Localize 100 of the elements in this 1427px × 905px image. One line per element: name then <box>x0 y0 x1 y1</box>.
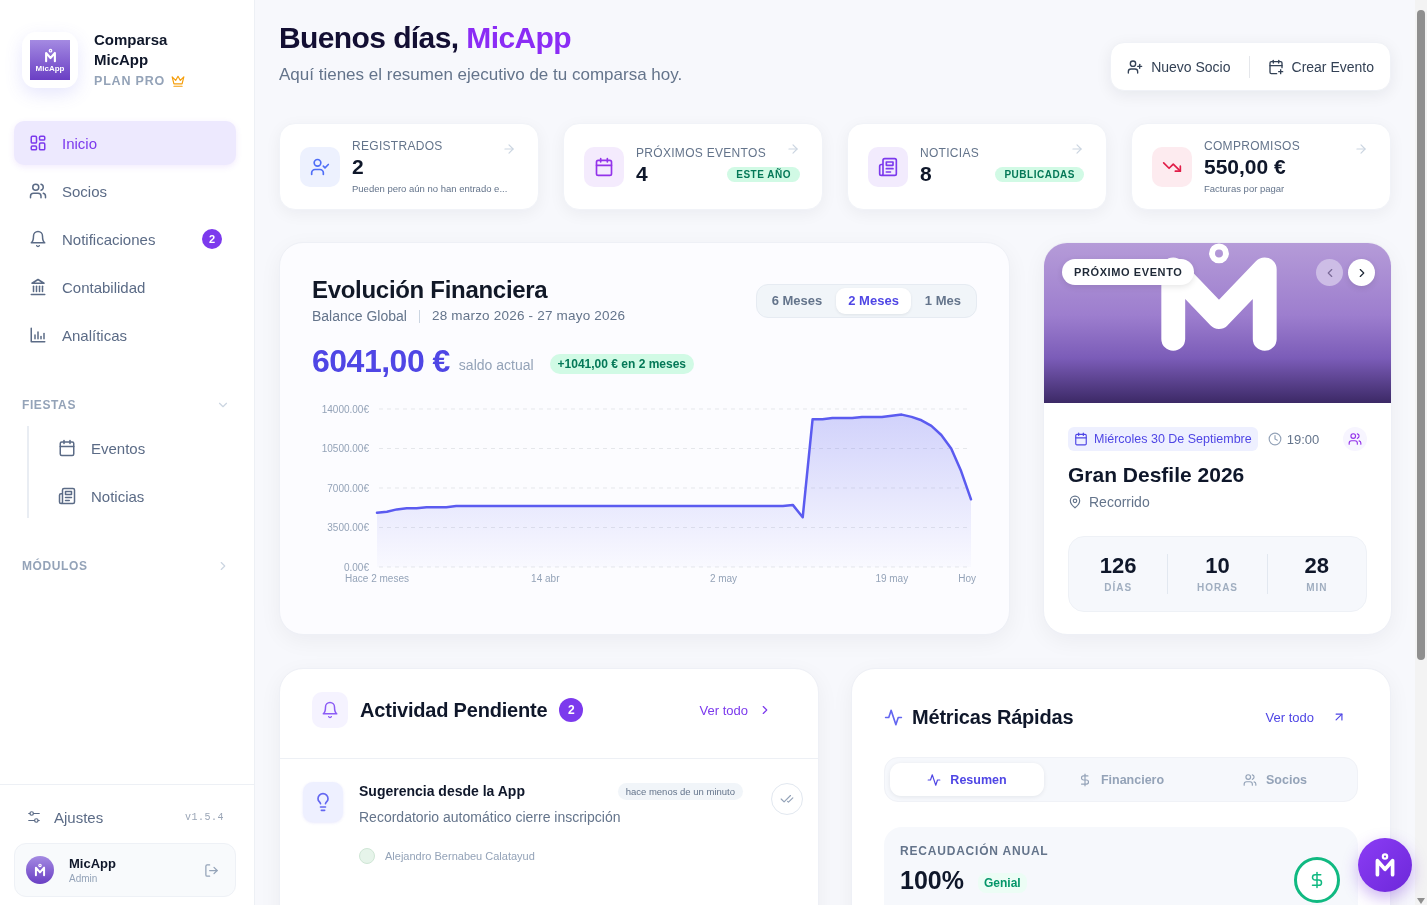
stat-value: 2 <box>352 153 364 180</box>
calendar-icon <box>1074 432 1088 446</box>
nav-item[interactable]: Socios <box>14 169 236 213</box>
event-date: Miércoles 30 De Septiembre <box>1094 432 1252 446</box>
users-icon <box>29 182 47 200</box>
greeting-title: Buenos días, MicApp <box>279 20 572 56</box>
balance-amount: 6041,00 € <box>312 342 450 380</box>
stat-card[interactable]: REGISTRADOS 2 Pueden pero aún no han entrado e... <box>279 123 539 210</box>
event-location: Recorrido <box>1089 494 1150 510</box>
newspaper-icon <box>58 487 76 505</box>
next-button[interactable] <box>1348 259 1375 286</box>
nav-item[interactable]: Eventos <box>43 426 236 470</box>
activity-title: Sugerencia desde la App <box>359 783 525 799</box>
view-all-link[interactable]: Ver todo <box>1265 709 1346 725</box>
x-axis-label: 2 may <box>709 573 738 584</box>
y-axis-label: 7000.00€ <box>327 482 369 494</box>
countdown-value: 10 <box>1205 554 1230 578</box>
countdown-value: 28 <box>1304 554 1330 578</box>
y-axis-label: 3500.00€ <box>327 522 369 533</box>
nav-item[interactable]: Inicio <box>14 121 236 165</box>
logo-avatar-icon <box>26 856 54 884</box>
calendar-plus-icon <box>1267 58 1284 75</box>
users-icon <box>1243 772 1257 787</box>
stat-label: COMPROMISOS <box>1204 138 1300 154</box>
users-icon <box>1348 432 1362 446</box>
author-name: Alejandro Bernabeu Calatayud <box>385 850 535 862</box>
status-badge: PUBLICADAS <box>995 166 1084 182</box>
user-name: MicApp <box>69 855 117 872</box>
author-avatar <box>359 848 375 864</box>
newspaper-icon <box>868 146 908 187</box>
stat-card[interactable]: COMPROMISOS 550,00 € Facturas por pagar <box>1131 123 1391 210</box>
page-subtitle: Aquí tienes el resumen ejecutivo de tu comparsa hoy. <box>279 64 683 86</box>
activity-text: Recordatorio automático cierre inscripción <box>359 808 621 826</box>
pulse-icon <box>884 707 903 727</box>
chart-title: Evolución Financiera <box>312 275 549 305</box>
nav-item[interactable]: Noticias <box>43 474 236 518</box>
x-axis-label: Hace 2 meses <box>345 573 409 584</box>
event-title: Gran Desfile 2026 <box>1068 462 1246 488</box>
logout-icon <box>204 862 219 878</box>
date-range: 28 marzo 2026 - 27 mayo 2026 <box>431 307 626 325</box>
metric-label: RECAUDACIÓN ANUAL <box>900 843 1049 859</box>
stat-value: 550,00 € <box>1204 153 1286 180</box>
pending-count-badge: 2 <box>559 698 584 722</box>
y-axis-label: 14000.00€ <box>321 403 369 415</box>
stat-card[interactable]: NOTICIAS 8 PUBLICADAS <box>847 123 1107 210</box>
trending-down-icon <box>1152 146 1192 187</box>
event-tag: PRÓXIMO EVENTO <box>1062 259 1195 285</box>
attendees-button[interactable] <box>1343 427 1367 451</box>
section-title: Actividad Pendiente <box>360 698 548 722</box>
create-event-button[interactable]: Crear Evento <box>1267 50 1374 83</box>
x-axis-label: 19 may <box>875 573 909 584</box>
bar-chart-icon <box>29 326 47 344</box>
scroll-down-arrow-icon[interactable] <box>1417 898 1425 904</box>
bank-icon <box>29 278 47 296</box>
time-chip: hace menos de un minuto <box>617 782 743 800</box>
balance-label: saldo actual <box>458 357 534 373</box>
view-all-link[interactable]: Ver todo <box>699 702 772 718</box>
period-tab[interactable]: 1 Mes <box>912 288 973 314</box>
settings-sliders-icon <box>27 810 41 824</box>
nav-item[interactable]: Analíticas <box>14 313 236 357</box>
plan-label: PLAN PRO <box>94 73 165 90</box>
stat-label: REGISTRADOS <box>352 138 443 154</box>
period-tab[interactable]: 2 Meses <box>836 288 911 314</box>
status-badge: Genial <box>977 872 1027 893</box>
arrow-right-icon <box>502 142 516 156</box>
nav-item[interactable]: Contabilidad <box>14 265 236 309</box>
settings-button[interactable]: Ajustes <box>27 808 104 826</box>
chart-subtitle: Balance Global <box>312 307 407 325</box>
scrollbar-thumb[interactable] <box>1417 10 1425 660</box>
organization-name: Comparsa MicApp <box>94 30 169 70</box>
grid-icon <box>29 134 47 152</box>
logout-button[interactable] <box>204 862 219 878</box>
pulse-icon <box>927 772 942 787</box>
calendar-icon <box>584 146 624 187</box>
stat-label: NOTICIAS <box>920 146 980 161</box>
user-plus-icon <box>1127 58 1144 75</box>
stat-label: PRÓXIMOS EVENTOS <box>636 146 766 161</box>
stat-note: Facturas por pagar <box>1204 181 1285 195</box>
assistant-button[interactable] <box>1358 838 1412 892</box>
lightbulb-icon <box>303 782 343 822</box>
metrics-tab[interactable]: Resumen <box>890 763 1044 796</box>
countdown-unit: MIN <box>1306 582 1328 594</box>
arrow-right-icon <box>786 142 800 156</box>
y-axis-label: 0.00€ <box>343 561 369 573</box>
stat-card[interactable]: PRÓXIMOS EVENTOS 4 ESTE AÑO <box>563 123 823 210</box>
new-member-button[interactable]: Nuevo Socio <box>1127 50 1231 83</box>
countdown-unit: DÍAS <box>1104 582 1133 594</box>
bell-icon <box>312 692 348 728</box>
notification-count-badge: 2 <box>202 229 222 249</box>
status-badge: ESTE AÑO <box>727 166 800 182</box>
nav-item[interactable]: Notificaciones <box>14 217 202 261</box>
mark-read-button[interactable] <box>771 783 803 815</box>
logo-mark-icon <box>42 47 58 63</box>
x-axis-label: 14 abr <box>531 573 560 584</box>
logo-text: MicApp <box>35 63 65 73</box>
stat-note: Pueden pero aún no han entrado e... <box>352 181 508 195</box>
user-check-icon <box>300 146 340 187</box>
metric-value: 100% <box>900 866 964 895</box>
calendar-icon <box>58 439 76 457</box>
period-tab[interactable]: 6 Meses <box>759 288 835 314</box>
